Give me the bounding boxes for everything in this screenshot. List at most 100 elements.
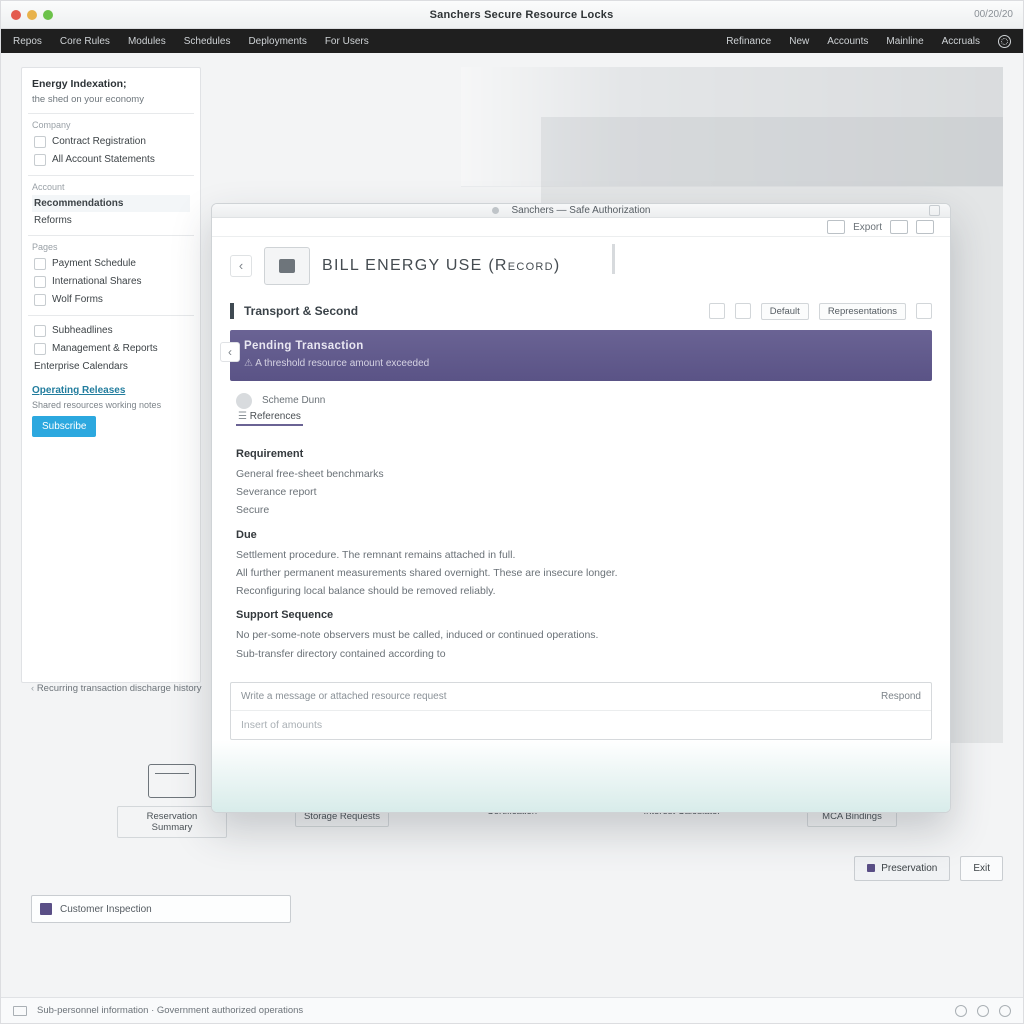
divider-icon	[612, 244, 615, 274]
content-heading: Requirement	[236, 446, 926, 463]
modal-close-icon[interactable]	[929, 205, 940, 216]
nav-item[interactable]: Repos	[13, 36, 42, 47]
sidebar-item[interactable]: Reforms	[32, 212, 190, 229]
nav-item[interactable]: Refinance	[726, 36, 771, 47]
exit-button[interactable]: Exit	[960, 856, 1003, 881]
content-line: No per-some-note observers must be calle…	[236, 627, 926, 643]
preservation-button[interactable]: Preservation	[854, 856, 950, 881]
card-label: Reservation Summary	[117, 806, 227, 838]
sidebar-item[interactable]: Recommendations	[32, 195, 190, 212]
close-window-icon[interactable]	[11, 10, 21, 20]
sidebar-item[interactable]: Payment Schedule	[32, 255, 190, 273]
author-name: Scheme Dunn	[262, 395, 325, 406]
sidebar-link-text: Shared resources working notes	[32, 400, 190, 410]
modal-indicator-icon	[492, 207, 499, 214]
sidebar-item[interactable]: Contract Registration	[32, 133, 190, 151]
titlebar: Sanchers Secure Resource Locks 00/20/20	[1, 1, 1023, 29]
sync-icon[interactable]	[999, 1005, 1011, 1017]
sidebar-item[interactable]: International Shares	[32, 273, 190, 291]
input-label: Customer Inspection	[60, 904, 152, 915]
sidebar-section-label: Pages	[32, 242, 190, 252]
status-banner: ‹ Pending Transaction A threshold resour…	[230, 330, 932, 381]
collapse-banner-button[interactable]: ‹	[220, 342, 240, 362]
nav-item[interactable]: New	[789, 36, 809, 47]
nav-item[interactable]: Schedules	[184, 36, 231, 47]
pager-prev-icon[interactable]	[709, 303, 725, 319]
sidebar-section-label: Account	[32, 182, 190, 192]
chat-icon[interactable]	[955, 1005, 967, 1017]
sidebar-link-heading[interactable]: Operating Releases	[32, 385, 190, 396]
content-line: General free-sheet benchmarks	[236, 466, 926, 482]
sidebar-item[interactable]: Subheadlines	[32, 322, 190, 340]
doc-icon	[34, 343, 46, 355]
content-line: Severance report	[236, 484, 926, 500]
reply-secondary-input[interactable]: Insert of amounts	[231, 711, 931, 739]
doc-icon	[34, 136, 46, 148]
sidebar-item-label: International Shares	[52, 276, 142, 287]
settings-gear-icon[interactable]	[998, 35, 1011, 48]
app-window: Sanchers Secure Resource Locks 00/20/20 …	[0, 0, 1024, 1024]
banner-subtext: A threshold resource amount exceeded	[244, 358, 918, 369]
window-date: 00/20/20	[974, 9, 1013, 20]
sidebar: Energy Indexation; the shed on your econ…	[21, 67, 201, 683]
record-thumbnail-icon	[264, 247, 310, 285]
nav-item[interactable]: Accounts	[827, 36, 868, 47]
sidebar-item-label: Reforms	[34, 215, 72, 226]
modal-top-label: Sanchers — Safe Authorization	[512, 205, 651, 216]
section-header: Transport & Second Default Representatio…	[230, 303, 932, 320]
lower-footer: Preservation Exit	[21, 856, 1003, 881]
sidebar-item[interactable]: Enterprise Calendars	[32, 358, 190, 375]
content-heading: Due	[236, 527, 926, 544]
doc-icon	[34, 325, 46, 337]
grid-icon[interactable]	[827, 220, 845, 234]
record-meta: Scheme Dunn	[236, 393, 932, 409]
layer-icon[interactable]	[890, 220, 908, 234]
sidebar-item[interactable]: All Account Statements	[32, 151, 190, 169]
respond-button[interactable]: Respond	[881, 691, 921, 702]
subscribe-button[interactable]: Subscribe	[32, 416, 96, 437]
card-icon[interactable]	[916, 220, 934, 234]
modal-title: BILL ENERGY USE (Record)	[322, 257, 561, 275]
nav-item[interactable]: Mainline	[886, 36, 923, 47]
references-tab[interactable]: References	[236, 411, 303, 426]
sidebar-aux-link[interactable]: Recurring transaction discharge history	[31, 683, 202, 694]
default-button[interactable]: Default	[761, 303, 809, 320]
nav-item[interactable]: For Users	[325, 36, 369, 47]
sidebar-item[interactable]: Wolf Forms	[32, 291, 190, 309]
page-body: Energy Indexation; the shed on your econ…	[1, 53, 1023, 1023]
nav-item[interactable]: Core Rules	[60, 36, 110, 47]
content-line: Reconfiguring local balance should be re…	[236, 583, 926, 599]
nav-item[interactable]: Deployments	[248, 36, 306, 47]
sidebar-item-label: Wolf Forms	[52, 294, 103, 305]
content-line: Settlement procedure. The remnant remain…	[236, 547, 926, 563]
more-icon[interactable]	[916, 303, 932, 319]
maximize-window-icon[interactable]	[43, 10, 53, 20]
nav-item[interactable]: Accruals	[942, 36, 980, 47]
reply-placeholder[interactable]: Write a message or attached resource req…	[241, 691, 881, 702]
modal-header: ‹ BILL ENERGY USE (Record)	[212, 237, 950, 301]
sidebar-item-label: All Account Statements	[52, 154, 155, 165]
nav-item[interactable]: Modules	[128, 36, 166, 47]
section-label: Transport & Second	[244, 304, 358, 318]
square-icon	[867, 864, 875, 872]
sidebar-item-label: Payment Schedule	[52, 258, 136, 269]
representations-button[interactable]: Representations	[819, 303, 906, 320]
export-button[interactable]: Export	[853, 222, 882, 233]
minimize-window-icon[interactable]	[27, 10, 37, 20]
swatch-icon	[40, 903, 52, 915]
sidebar-subtitle: the shed on your economy	[32, 94, 190, 105]
pager-next-icon[interactable]	[735, 303, 751, 319]
banner-title: Pending Transaction	[244, 340, 918, 352]
back-button[interactable]: ‹	[230, 255, 252, 277]
modal-body: Transport & Second Default Representatio…	[212, 301, 950, 812]
record-meta-tab: References	[236, 411, 932, 426]
sidebar-item-label: Enterprise Calendars	[34, 361, 128, 372]
help-icon[interactable]	[977, 1005, 989, 1017]
modal-toolbar: Export	[212, 218, 950, 236]
sidebar-item[interactable]: Management & Reports	[32, 340, 190, 358]
reply-box: Write a message or attached resource req…	[230, 682, 932, 740]
status-text: Sub-personnel information · Government a…	[37, 1005, 303, 1016]
content-line: Secure	[236, 502, 926, 518]
customer-inspection-input[interactable]: Customer Inspection	[31, 895, 291, 923]
window-controls	[11, 10, 53, 20]
